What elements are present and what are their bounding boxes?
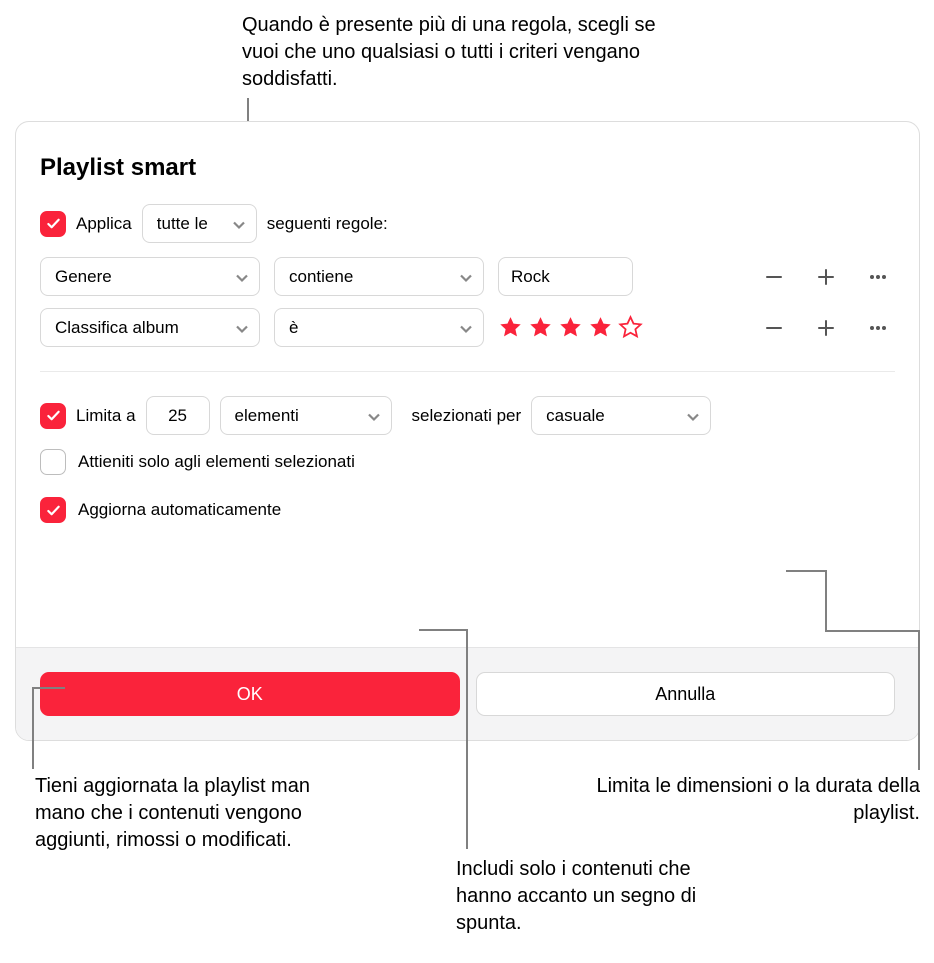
options-section: Attieniti solo agli elementi selezionati… bbox=[40, 449, 895, 523]
chevron-down-icon bbox=[235, 321, 249, 335]
rule-attribute-value: Classifica album bbox=[55, 318, 179, 338]
add-rule-button[interactable] bbox=[813, 264, 839, 290]
limit-by-value: casuale bbox=[546, 406, 605, 426]
apply-suffix: seguenti regole: bbox=[267, 214, 388, 234]
limit-row: Limita a 25 elementi selezionati per cas… bbox=[40, 396, 895, 435]
callout-bottom-right: Limita le dimensioni o la durata della p… bbox=[580, 773, 920, 827]
remove-rule-button[interactable] bbox=[761, 315, 787, 341]
star-empty-icon[interactable] bbox=[618, 315, 643, 340]
only-checked-row: Attieniti solo agli elementi selezionati bbox=[40, 449, 895, 475]
callout-line-bl bbox=[32, 689, 34, 769]
callout-line-br-h2 bbox=[825, 630, 920, 632]
only-checked-label: Attieniti solo agli elementi selezionati bbox=[78, 452, 355, 472]
callout-line-bm-h bbox=[419, 629, 467, 631]
rule-attribute-select[interactable]: Classifica album bbox=[40, 308, 260, 347]
limit-label: Limita a bbox=[76, 406, 136, 426]
cancel-button[interactable]: Annulla bbox=[476, 672, 896, 716]
live-update-row: Aggiorna automaticamente bbox=[40, 497, 895, 523]
rule-star-rating[interactable] bbox=[498, 315, 673, 340]
callout-top: Quando è presente più di una regola, sce… bbox=[242, 12, 697, 93]
callout-line-bm bbox=[466, 629, 468, 849]
callout-line-br-v1 bbox=[825, 570, 827, 630]
divider bbox=[40, 371, 895, 372]
only-checked-checkbox[interactable] bbox=[40, 449, 66, 475]
chevron-down-icon bbox=[459, 321, 473, 335]
star-filled-icon[interactable] bbox=[498, 315, 523, 340]
limit-value-text: 25 bbox=[168, 406, 187, 426]
rule-operator-select[interactable]: contiene bbox=[274, 257, 484, 296]
limit-mid-label: selezionati per bbox=[412, 406, 522, 426]
limit-checkbox[interactable] bbox=[40, 403, 66, 429]
star-filled-icon[interactable] bbox=[558, 315, 583, 340]
rule-attribute-value: Genere bbox=[55, 267, 112, 287]
limit-unit-select[interactable]: elementi bbox=[220, 396, 392, 435]
rule-attribute-select[interactable]: Genere bbox=[40, 257, 260, 296]
more-rule-button[interactable] bbox=[865, 315, 891, 341]
rule-value-input[interactable]: Rock bbox=[498, 257, 633, 296]
limit-value-input[interactable]: 25 bbox=[146, 396, 210, 435]
callout-bottom-mid: Includi solo i contenuti che hanno accan… bbox=[456, 856, 736, 937]
rule-operator-select[interactable]: è bbox=[274, 308, 484, 347]
chevron-down-icon bbox=[367, 409, 381, 423]
rules-list: Genere contiene Rock bbox=[40, 257, 895, 347]
rule-row: Classifica album è bbox=[40, 308, 895, 347]
live-update-checkbox[interactable] bbox=[40, 497, 66, 523]
dialog-title: Playlist smart bbox=[40, 154, 895, 182]
rule-value-text: Rock bbox=[511, 267, 550, 287]
remove-rule-button[interactable] bbox=[761, 264, 787, 290]
rule-row: Genere contiene Rock bbox=[40, 257, 895, 296]
ok-button[interactable]: OK bbox=[40, 672, 460, 716]
callout-bottom-left: Tieni aggiornata la playlist man mano ch… bbox=[35, 773, 335, 854]
add-rule-button[interactable] bbox=[813, 315, 839, 341]
chevron-down-icon bbox=[459, 270, 473, 284]
star-filled-icon[interactable] bbox=[588, 315, 613, 340]
limit-by-select[interactable]: casuale bbox=[531, 396, 711, 435]
match-mode-value: tutte le bbox=[157, 214, 208, 234]
callout-line-bl-h bbox=[32, 687, 65, 689]
more-rule-button[interactable] bbox=[865, 264, 891, 290]
callout-line-br-v2 bbox=[918, 630, 920, 770]
chevron-down-icon bbox=[686, 409, 700, 423]
apply-row: Applica tutte le seguenti regole: bbox=[40, 204, 895, 243]
chevron-down-icon bbox=[232, 217, 246, 231]
apply-checkbox[interactable] bbox=[40, 211, 66, 237]
live-update-label: Aggiorna automaticamente bbox=[78, 500, 281, 520]
rule-operator-value: è bbox=[289, 318, 298, 338]
match-mode-select[interactable]: tutte le bbox=[142, 204, 257, 243]
limit-unit-value: elementi bbox=[235, 406, 299, 426]
chevron-down-icon bbox=[235, 270, 249, 284]
callout-line-br-h bbox=[786, 570, 826, 572]
apply-label: Applica bbox=[76, 214, 132, 234]
rule-operator-value: contiene bbox=[289, 267, 353, 287]
star-filled-icon[interactable] bbox=[528, 315, 553, 340]
